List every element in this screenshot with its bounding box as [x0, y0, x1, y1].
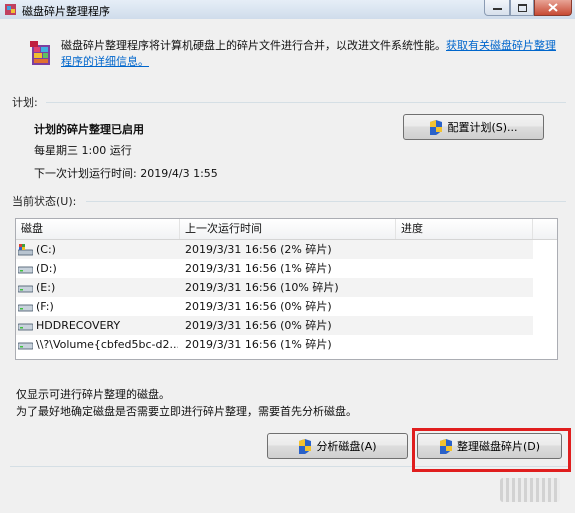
disk-name: (C:) — [36, 243, 56, 256]
drive-icon — [18, 323, 33, 331]
schedule-label: 计划: — [12, 96, 38, 109]
close-button[interactable] — [534, 0, 572, 16]
last-run-time: 2019/3/31 16:56 (1% 碎片) — [185, 338, 332, 351]
progress-cell — [401, 240, 531, 259]
defrag-window: 磁盘碎片整理程序 磁盘碎片整理程序将计算机硬盘上的碎片文件进行合并，以改进文件系… — [0, 0, 575, 513]
column-header-disk[interactable]: 磁盘 — [16, 219, 180, 239]
minimize-icon — [492, 7, 502, 10]
schedule-status: 计划的碎片整理已启用 — [34, 123, 144, 136]
progress-cell — [401, 316, 531, 335]
status-divider — [86, 201, 566, 202]
watermark — [500, 478, 560, 502]
disk-name: (F:) — [36, 300, 54, 313]
drive-icon — [18, 266, 33, 274]
table-row[interactable]: \\?\Volume{cbfed5bc-d2... 2019/3/31 16:56… — [16, 335, 533, 354]
drive-icon — [18, 304, 33, 312]
disk-name: HDDRECOVERY — [36, 319, 121, 332]
shield-icon — [430, 119, 443, 135]
description-text: 磁盘碎片整理程序将计算机硬盘上的碎片文件进行合并，以改进文件系统性能。 — [61, 39, 446, 52]
column-header-last-run[interactable]: 上一次运行时间 — [180, 219, 396, 239]
system-drive-icon — [18, 244, 33, 256]
disk-list[interactable]: 磁盘 上一次运行时间 进度 (C:) 2019/3/31 16:56 (2% 碎片… — [15, 218, 558, 360]
last-run-time: 2019/3/31 16:56 (0% 碎片) — [185, 300, 332, 313]
last-run-time: 2019/3/31 16:56 (0% 碎片) — [185, 319, 332, 332]
shield-icon — [299, 438, 312, 454]
disk-name: \\?\Volume{cbfed5bc-d2... — [36, 338, 178, 351]
drive-icon — [18, 285, 33, 293]
table-row[interactable]: (D:) 2019/3/31 16:56 (1% 碎片) — [16, 259, 533, 278]
analyze-disk-label: 分析磁盘(A) — [316, 440, 377, 453]
defrag-app-icon — [30, 41, 50, 65]
caption-buttons — [484, 0, 572, 17]
last-run-time: 2019/3/31 16:56 (1% 碎片) — [185, 262, 332, 275]
last-run-time: 2019/3/31 16:56 (2% 碎片) — [185, 243, 332, 256]
maximize-icon — [517, 3, 527, 12]
disk-name: (D:) — [36, 262, 57, 275]
list-header: 磁盘 上一次运行时间 进度 — [16, 219, 557, 240]
configure-schedule-button[interactable]: 配置计划(S)... — [403, 114, 544, 140]
disk-name: (E:) — [36, 281, 56, 294]
last-run-time: 2019/3/31 16:56 (10% 碎片) — [185, 281, 339, 294]
table-row[interactable]: (C:) 2019/3/31 16:56 (2% 碎片) — [16, 240, 533, 259]
progress-cell — [401, 278, 531, 297]
table-row[interactable]: (E:) 2019/3/31 16:56 (10% 碎片) — [16, 278, 533, 297]
title-bar[interactable]: 磁盘碎片整理程序 — [0, 0, 575, 19]
description: 磁盘碎片整理程序将计算机硬盘上的碎片文件进行合并，以改进文件系统性能。获取有关磁… — [61, 38, 566, 70]
analyze-disk-button[interactable]: 分析磁盘(A) — [267, 433, 408, 459]
schedule-frequency: 每星期三 1:00 运行 — [34, 144, 132, 157]
minimize-button[interactable] — [484, 0, 510, 16]
note-line1: 仅显示可进行碎片整理的磁盘。 — [16, 388, 170, 401]
configure-schedule-label: 配置计划(S)... — [447, 121, 518, 134]
note-line2: 为了最好地确定磁盘是否需要立即进行碎片整理，需要首先分析磁盘。 — [16, 405, 357, 418]
table-row[interactable]: HDDRECOVERY 2019/3/31 16:56 (0% 碎片) — [16, 316, 533, 335]
next-run-time: 下一次计划运行时间: 2019/4/3 1:55 — [34, 167, 218, 180]
schedule-divider — [46, 102, 566, 103]
progress-cell — [401, 259, 531, 278]
defrag-icon — [5, 4, 16, 15]
close-icon — [548, 3, 558, 12]
column-header-progress[interactable]: 进度 — [396, 219, 533, 239]
current-status-label: 当前状态(U): — [12, 195, 77, 208]
window-title: 磁盘碎片整理程序 — [22, 5, 110, 18]
table-row[interactable]: (F:) 2019/3/31 16:56 (0% 碎片) — [16, 297, 533, 316]
progress-cell — [401, 335, 531, 354]
progress-cell — [401, 297, 531, 316]
highlight-box — [412, 428, 571, 472]
list-blank-area — [533, 240, 557, 359]
maximize-button[interactable] — [510, 0, 534, 16]
drive-icon — [18, 342, 33, 350]
